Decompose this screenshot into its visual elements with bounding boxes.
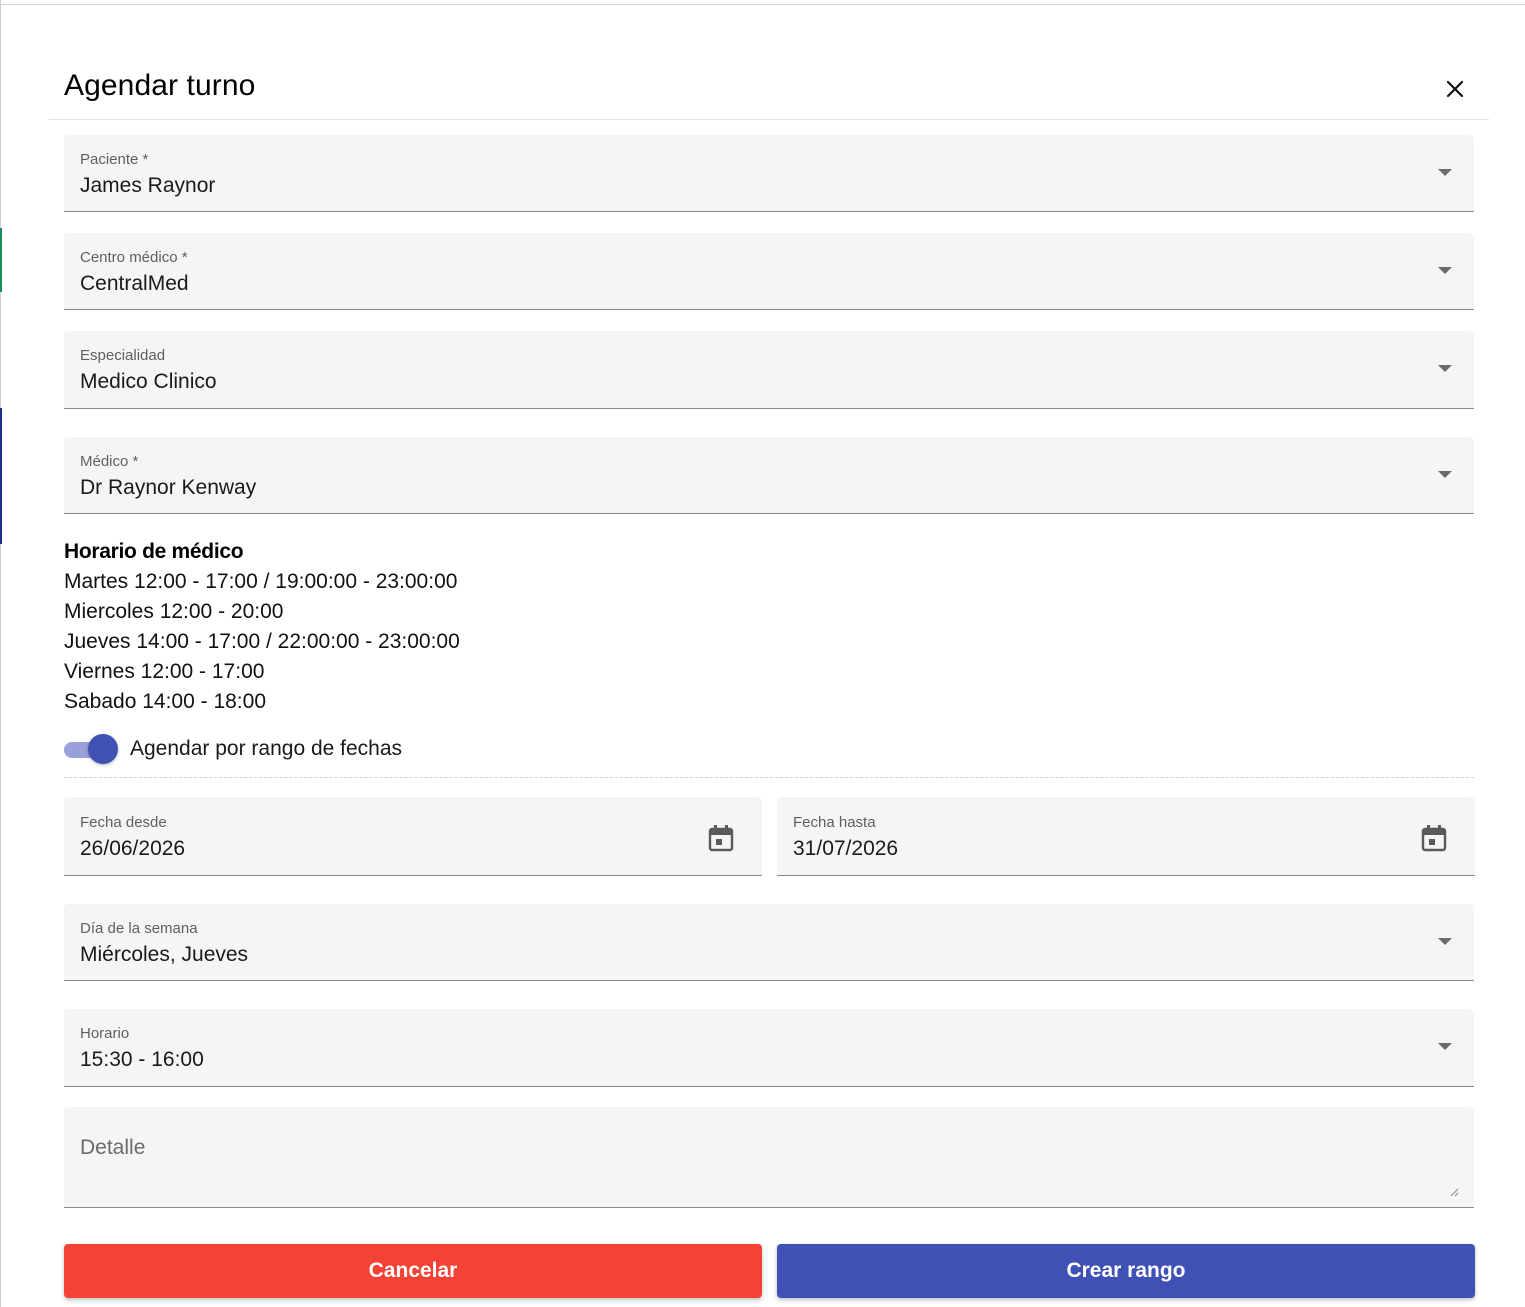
fecha-hasta-field[interactable]: Fecha hasta 31/07/2026 <box>777 797 1475 876</box>
especialidad-value: Medico Clinico <box>80 370 217 393</box>
horario-select[interactable]: Horario 15:30 - 16:00 <box>64 1009 1474 1087</box>
fecha-desde-value: 26/06/2026 <box>80 837 186 860</box>
especialidad-label: Especialidad <box>80 347 166 364</box>
rango-fechas-toggle-label: Agendar por rango de fechas <box>130 737 403 760</box>
medico-value: Dr Raynor Kenway <box>80 476 257 499</box>
paciente-select[interactable]: Paciente * James Raynor <box>64 135 1474 212</box>
horario-label: Horario <box>80 1025 130 1042</box>
fecha-desde-field[interactable]: Fecha desde 26/06/2026 <box>64 797 762 876</box>
schedule-line: Sabado 14:00 - 18:00 <box>64 690 267 713</box>
dialog-title: Agendar turno <box>64 69 256 102</box>
calendar-icon[interactable] <box>1421 824 1447 852</box>
cancel-button[interactable]: Cancelar <box>64 1244 762 1298</box>
create-range-button[interactable]: Crear rango <box>777 1244 1475 1298</box>
close-button[interactable] <box>1440 74 1470 104</box>
especialidad-select[interactable]: Especialidad Medico Clinico <box>64 331 1474 409</box>
left-edge <box>0 0 1 1307</box>
dropdown-arrow-icon <box>1438 169 1452 176</box>
detalle-textarea[interactable]: Detalle <box>64 1107 1474 1208</box>
detalle-placeholder: Detalle <box>80 1136 146 1159</box>
medico-label: Médico * <box>80 453 139 470</box>
schedule-line: Jueves 14:00 - 17:00 / 22:00:00 - 23:00:… <box>64 630 460 653</box>
background-accent-green <box>0 228 2 292</box>
horario-value: 15:30 - 16:00 <box>80 1048 204 1071</box>
dia-semana-label: Día de la semana <box>80 920 198 937</box>
dia-semana-select[interactable]: Día de la semana Miércoles, Jueves <box>64 904 1474 981</box>
horario-medico-heading: Horario de médico <box>64 540 244 563</box>
close-icon <box>1446 80 1464 98</box>
dropdown-arrow-icon <box>1438 1043 1452 1050</box>
schedule-line: Martes 12:00 - 17:00 / 19:00:00 - 23:00:… <box>64 570 458 593</box>
centro-medico-label: Centro médico * <box>80 249 188 266</box>
background-accent-navy <box>0 408 2 544</box>
page: Agendar turno Paciente * James Raynor Ce… <box>0 0 1525 1307</box>
agendar-turno-dialog: Agendar turno Paciente * James Raynor Ce… <box>49 5 1489 1307</box>
fecha-hasta-label: Fecha hasta <box>793 814 876 831</box>
dropdown-arrow-icon <box>1438 267 1452 274</box>
horario-medico-section: Horario de médico Martes 12:00 - 17:00 /… <box>64 537 460 717</box>
fecha-hasta-value: 31/07/2026 <box>793 837 899 860</box>
dropdown-arrow-icon <box>1438 938 1452 945</box>
paciente-label: Paciente * <box>80 151 149 168</box>
section-divider <box>64 777 1474 778</box>
rango-fechas-toggle-row: Agendar por rango de fechas <box>64 732 402 766</box>
toggle-thumb <box>88 734 118 764</box>
centro-medico-value: CentralMed <box>80 272 189 295</box>
paciente-value: James Raynor <box>80 174 216 197</box>
header-divider <box>49 119 1489 120</box>
schedule-line: Miercoles 12:00 - 20:00 <box>64 600 284 623</box>
fecha-desde-label: Fecha desde <box>80 814 167 831</box>
rango-fechas-toggle[interactable] <box>64 732 118 766</box>
dropdown-arrow-icon <box>1438 471 1452 478</box>
medico-select[interactable]: Médico * Dr Raynor Kenway <box>64 437 1474 514</box>
calendar-icon[interactable] <box>708 824 734 852</box>
dia-semana-value: Miércoles, Jueves <box>80 943 249 966</box>
dropdown-arrow-icon <box>1438 365 1452 372</box>
centro-medico-select[interactable]: Centro médico * CentralMed <box>64 233 1474 310</box>
resize-handle-icon[interactable] <box>1449 1187 1459 1197</box>
schedule-line: Viernes 12:00 - 17:00 <box>64 660 265 683</box>
